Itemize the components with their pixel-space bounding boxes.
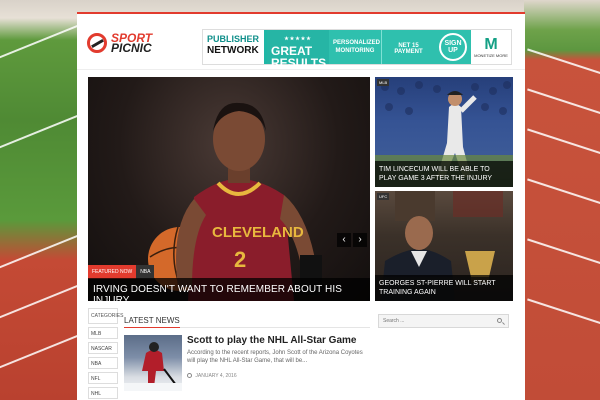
slider-prev-icon[interactable]: ‹	[337, 233, 351, 247]
latest-news: LATEST NEWS Scott to play the NHL All-St…	[124, 310, 370, 391]
hockey-player-image	[124, 342, 182, 391]
article-thumbnail[interactable]	[124, 335, 182, 391]
search-icon[interactable]	[497, 318, 502, 323]
side-card-title[interactable]: GEORGES ST-PIERRE WILL START TRAINING AG…	[375, 275, 513, 301]
categories-title: CATEGORIES	[88, 308, 123, 324]
site-logo[interactable]: SPORT PICNIC	[87, 32, 152, 55]
featured-title[interactable]: IRVING DOESN'T WANT TO REMEMBER ABOUT HI…	[88, 278, 370, 301]
monetize-mark: M	[484, 35, 498, 53]
monetize-name: MONETIZE MORE	[474, 52, 508, 58]
article-item[interactable]: Scott to play the NHL All-Star Game Acco…	[124, 335, 370, 391]
background-track-left	[0, 0, 78, 400]
side-card-category[interactable]: MLB	[377, 79, 390, 86]
side-card-category[interactable]: UFC	[377, 193, 390, 200]
category-item-mlb[interactable]: MLB	[88, 327, 118, 339]
league-tag[interactable]: NBA	[136, 265, 155, 279]
banner-personalized: PERSONALIZED MONITORING	[329, 30, 381, 64]
slider-next-icon[interactable]: ›	[353, 233, 367, 247]
category-item-nhl[interactable]: NHL	[88, 387, 118, 399]
featured-slider[interactable]: CLEVELAND 2 ‹ › FEATURED NOW NBA IRVING …	[88, 77, 370, 301]
page-container: SPORT PICNIC PUBLISHER NETWORK ★★★★★ GRE…	[77, 12, 525, 400]
ball-icon	[87, 33, 107, 53]
search-box	[378, 314, 509, 328]
search-input[interactable]	[379, 315, 489, 327]
side-card-title[interactable]: TIM LINCECUM WILL BE ABLE TO PLAY GAME 3…	[375, 161, 513, 187]
article-excerpt: According to the recent reports, John Sc…	[187, 350, 363, 364]
featured-tag[interactable]: FEATURED NOW	[88, 265, 137, 279]
side-card-ufc[interactable]: UFC GEORGES ST-PIERRE WILL START TRAININ…	[375, 191, 513, 301]
side-card-mlb[interactable]: MLB TIM LINCECUM WILL BE ABLE TO PLAY GA…	[375, 77, 513, 187]
latest-news-heading: LATEST NEWS	[124, 316, 180, 328]
article-title[interactable]: Scott to play the NHL All-Star Game	[187, 335, 370, 346]
jersey-number: 2	[234, 247, 246, 272]
category-item-nba[interactable]: NBA	[88, 357, 118, 369]
background-track-right	[524, 0, 600, 400]
article-date: JANUARY 4, 2016	[195, 373, 237, 379]
banner-network: NETWORK	[207, 45, 259, 56]
logo-line-2: PICNIC	[111, 41, 152, 55]
monetize-logo: M MONETIZE MORE	[471, 30, 511, 64]
jersey-text: CLEVELAND	[212, 224, 304, 241]
category-item-nascar[interactable]: NASCAR	[88, 342, 118, 354]
ad-banner[interactable]: PUBLISHER NETWORK ★★★★★ GREAT RESULTS PE…	[202, 29, 512, 69]
site-header: SPORT PICNIC PUBLISHER NETWORK ★★★★★ GRE…	[77, 14, 525, 70]
banner-sign-up-button[interactable]: SIGN UP	[439, 33, 467, 61]
banner-publisher: PUBLISHER	[207, 34, 260, 44]
banner-results: RESULTS	[271, 56, 327, 70]
featured-player-image: CLEVELAND 2	[148, 102, 322, 301]
clock-icon	[187, 373, 192, 378]
category-item-nfl[interactable]: NFL	[88, 372, 118, 384]
categories-list: CATEGORIES MLB NASCAR NBA NFL NHL	[88, 308, 123, 400]
banner-payment: NET 15 PAYMENT	[381, 30, 435, 64]
